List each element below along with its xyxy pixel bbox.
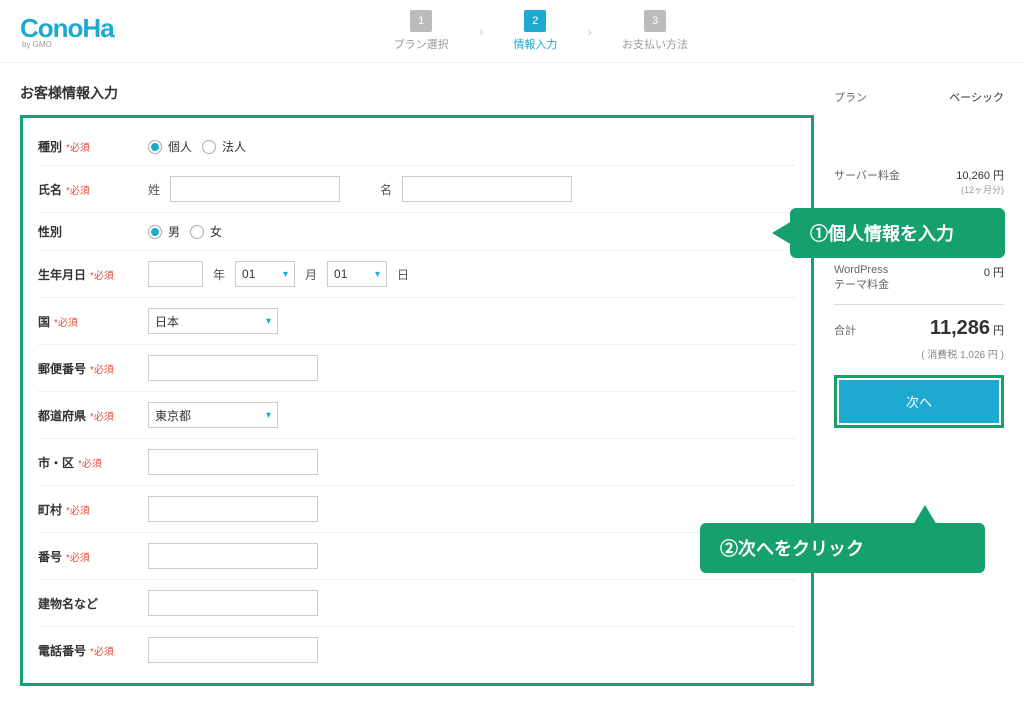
chevron-right-icon: › [587, 23, 592, 39]
lastname-input[interactable] [170, 176, 340, 202]
town-input[interactable] [148, 496, 318, 522]
step-2: 2 情報入力 [513, 10, 557, 52]
annotation-1: ①個人情報を入力 [790, 208, 1005, 258]
form-box: 種別*必須 個人 法人 氏名*必須 姓 名 性別 男 [20, 115, 814, 686]
city-input[interactable] [148, 449, 318, 475]
total-row: 合計 11,286円 [834, 311, 1004, 346]
row-country: 国*必須 日本▾ [38, 297, 796, 344]
number-input[interactable] [148, 543, 318, 569]
firstname-input[interactable] [402, 176, 572, 202]
row-phone: 電話番号*必須 [38, 626, 796, 673]
main-form: お客様情報入力 種別*必須 個人 法人 氏名*必須 姓 名 性別 [20, 83, 814, 686]
next-button-highlight: 次へ [834, 375, 1004, 428]
summary-sidebar: プランベーシック サーバー料金10,260 円(12ヶ月分) 料金タイプWING… [834, 83, 1004, 686]
chevron-down-icon: ▾ [266, 410, 271, 421]
radio-male[interactable]: 男 [148, 223, 180, 240]
country-select[interactable]: 日本▾ [148, 308, 278, 334]
row-town: 町村*必須 [38, 485, 796, 532]
step-3: 3 お支払い方法 [622, 10, 688, 52]
postal-input[interactable] [148, 355, 318, 381]
progress-steps: 1 プラン選択 › 2 情報入力 › 3 お支払い方法 [394, 10, 688, 52]
birth-year-input[interactable] [148, 261, 203, 287]
row-type: 種別*必須 個人 法人 [38, 128, 796, 165]
birth-month-select[interactable]: 01▾ [235, 261, 295, 287]
prefecture-select[interactable]: 東京都▾ [148, 402, 278, 428]
chevron-right-icon: › [479, 23, 484, 39]
radio-corporate[interactable]: 法人 [202, 138, 246, 155]
building-input[interactable] [148, 590, 318, 616]
row-building: 建物名など [38, 579, 796, 626]
logo: ConoHa by GMO [20, 13, 114, 49]
radio-female[interactable]: 女 [190, 223, 222, 240]
row-birth: 生年月日*必須 年 01▾ 月 01▾ 日 [38, 250, 796, 297]
chevron-down-icon: ▾ [266, 316, 271, 327]
row-number: 番号*必須 [38, 532, 796, 579]
row-name: 氏名*必須 姓 名 [38, 165, 796, 212]
chevron-down-icon: ▾ [283, 269, 288, 280]
header: ConoHa by GMO 1 プラン選択 › 2 情報入力 › 3 お支払い方… [0, 0, 1024, 63]
radio-individual[interactable]: 個人 [148, 138, 192, 155]
annotation-2: ②次へをクリック [700, 523, 985, 573]
birth-day-select[interactable]: 01▾ [327, 261, 387, 287]
step-1: 1 プラン選択 [394, 10, 449, 52]
row-city: 市・区*必須 [38, 438, 796, 485]
row-postal: 郵便番号*必須 [38, 344, 796, 391]
section-title: お客様情報入力 [20, 83, 814, 103]
row-pref: 都道府県*必須 東京都▾ [38, 391, 796, 438]
chevron-down-icon: ▾ [375, 269, 380, 280]
phone-input[interactable] [148, 637, 318, 663]
row-gender: 性別 男 女 [38, 212, 796, 250]
next-button[interactable]: 次へ [839, 380, 999, 423]
